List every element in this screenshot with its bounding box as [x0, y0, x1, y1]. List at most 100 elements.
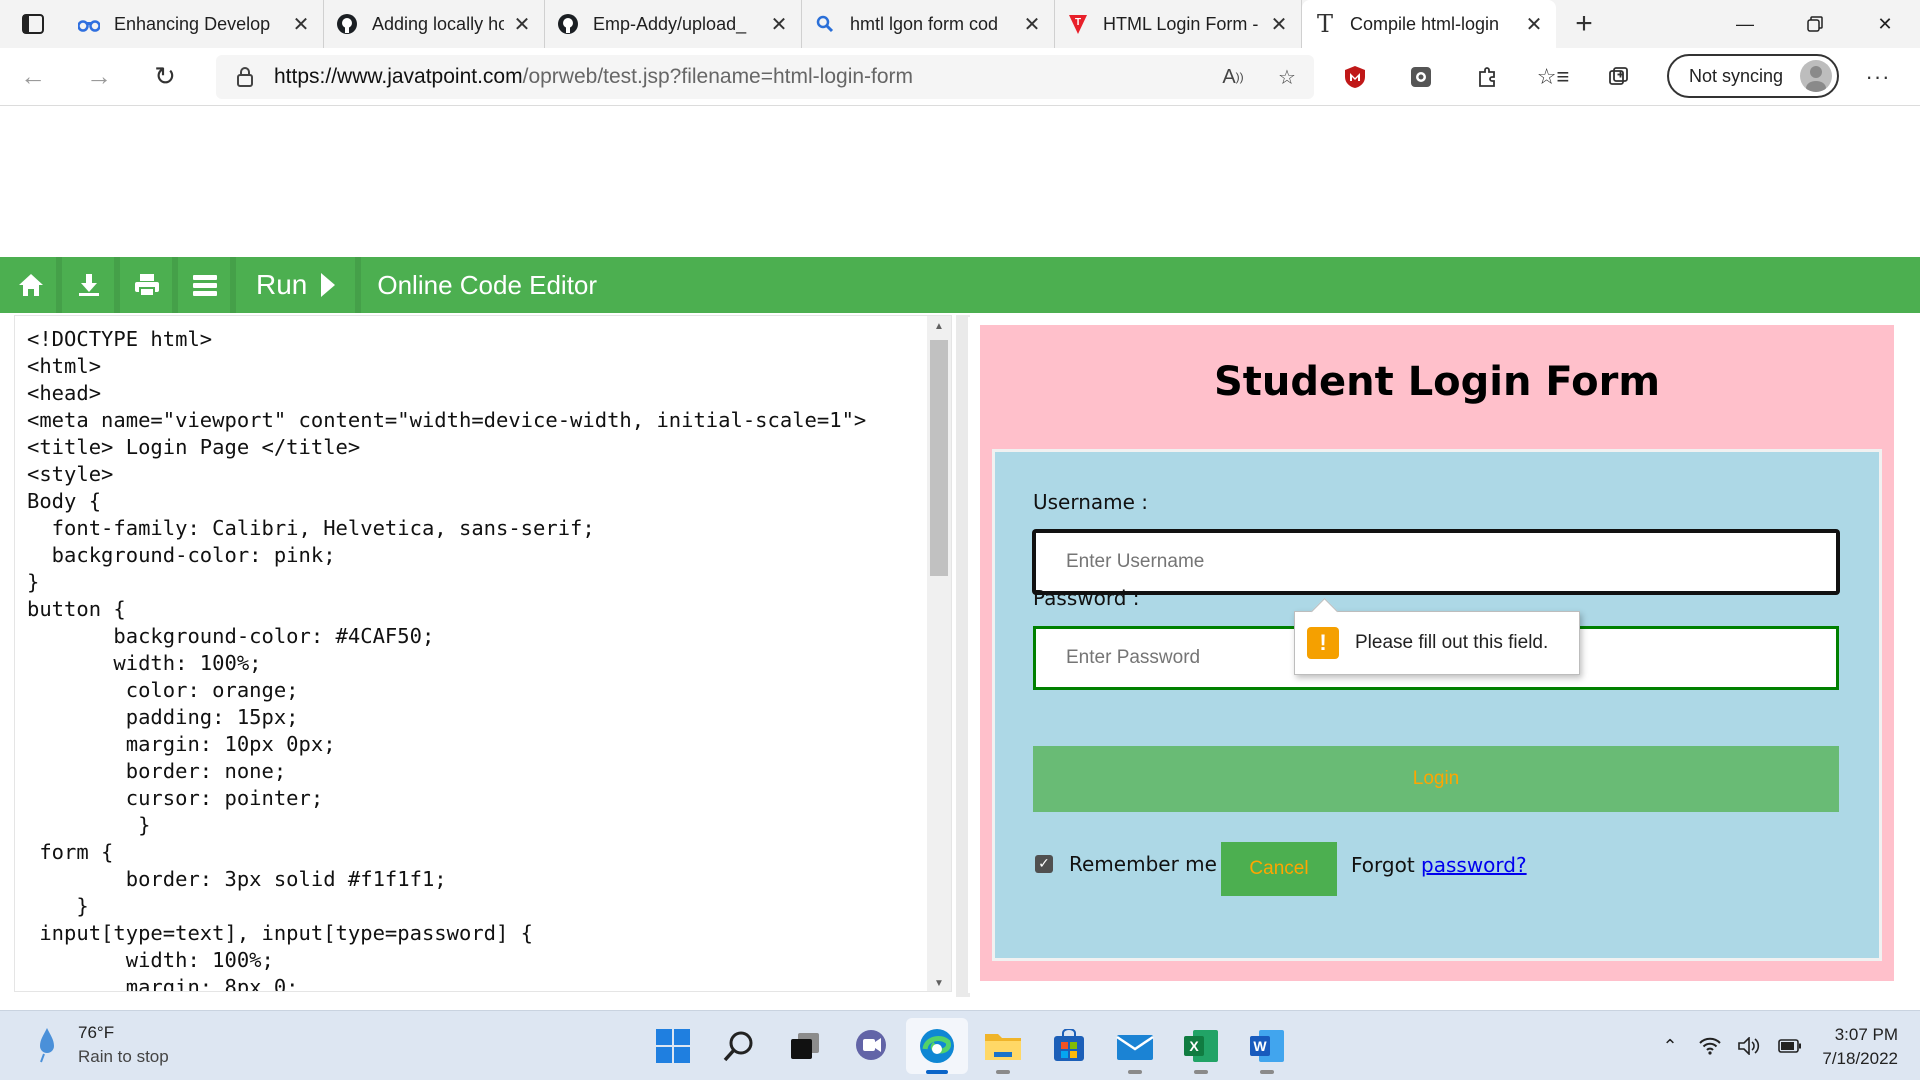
close-icon[interactable]: ✕: [1022, 12, 1042, 37]
cancel-button[interactable]: Cancel: [1221, 842, 1337, 896]
tab-html-login-form[interactable]: T HTML Login Form - ✕: [1055, 0, 1302, 48]
collections-icon[interactable]: [1586, 48, 1652, 106]
print-button[interactable]: [122, 257, 178, 313]
minimize-button[interactable]: —: [1710, 0, 1780, 48]
sync-label: Not syncing: [1689, 65, 1784, 86]
tab-actions-button[interactable]: [0, 0, 66, 48]
code-line[interactable]: width: 100%;: [27, 650, 866, 677]
code-line[interactable]: border: 3px solid #f1f1f1;: [27, 866, 866, 893]
excel-button[interactable]: X: [1170, 1018, 1232, 1074]
print-icon: [135, 274, 159, 297]
volume-icon[interactable]: [1730, 1037, 1770, 1055]
close-icon[interactable]: ✕: [512, 12, 532, 37]
url-text[interactable]: https://www.javatpoint.com/oprweb/test.j…: [274, 65, 1206, 89]
file-explorer-button[interactable]: [972, 1018, 1034, 1074]
home-button[interactable]: [6, 257, 62, 313]
refresh-button[interactable]: ↻: [132, 48, 198, 106]
code-line[interactable]: color: orange;: [27, 677, 866, 704]
code-line[interactable]: border: none;: [27, 758, 866, 785]
tab-compile-html-login[interactable]: T Compile html-login ✕: [1302, 0, 1556, 48]
weather-widget[interactable]: 76°F Rain to stop: [36, 1021, 169, 1069]
code-line[interactable]: Body {: [27, 488, 866, 515]
remember-checkbox[interactable]: ✓: [1035, 855, 1053, 873]
code-line[interactable]: width: 100%;: [27, 947, 866, 974]
code-line[interactable]: }: [27, 893, 866, 920]
code-line[interactable]: <title> Login Page </title>: [27, 434, 866, 461]
run-button[interactable]: Run: [238, 257, 362, 313]
scroll-up-icon[interactable]: ▲: [927, 316, 951, 336]
tab-adding-locally[interactable]: Adding locally host ✕: [324, 0, 545, 48]
scrollbar-thumb[interactable]: [930, 340, 948, 576]
address-bar[interactable]: https://www.javatpoint.com/oprweb/test.j…: [216, 55, 1314, 99]
download-button[interactable]: [64, 257, 120, 313]
code-line[interactable]: margin: 8px 0;: [27, 974, 866, 991]
menu-button[interactable]: [180, 257, 236, 313]
remember-me[interactable]: ✓ Remember me: [1035, 852, 1217, 876]
add-favorite-icon[interactable]: ☆: [1260, 65, 1314, 90]
close-icon[interactable]: ✕: [1269, 12, 1289, 37]
code-line[interactable]: input[type=text], input[type=password] {: [27, 920, 866, 947]
word-button[interactable]: W: [1236, 1018, 1298, 1074]
code-line[interactable]: <!DOCTYPE html>: [27, 326, 866, 353]
task-view-button[interactable]: [774, 1018, 836, 1074]
lock-icon[interactable]: [216, 67, 274, 87]
battery-icon[interactable]: [1770, 1039, 1810, 1053]
browser-toolbar: ← → ↻ https://www.javatpoint.com/oprweb/…: [0, 48, 1920, 106]
start-button[interactable]: [642, 1018, 704, 1074]
editor-scrollbar[interactable]: ▲ ▼: [927, 316, 951, 991]
chevron-up-icon[interactable]: ⌃: [1650, 1036, 1690, 1057]
code-line[interactable]: form {: [27, 839, 866, 866]
window-close-button[interactable]: ✕: [1850, 0, 1920, 48]
code-line[interactable]: <style>: [27, 461, 866, 488]
download-icon: [79, 274, 99, 296]
system-clock[interactable]: 3:07 PM 7/18/2022: [1822, 1023, 1898, 1071]
search-icon: [723, 1031, 753, 1062]
forward-button[interactable]: →: [66, 48, 132, 106]
settings-more-button[interactable]: ···: [1850, 48, 1906, 106]
mail-button[interactable]: [1104, 1018, 1166, 1074]
teams-chat-button[interactable]: [840, 1018, 902, 1074]
extensions-puzzle-icon[interactable]: [1454, 48, 1520, 106]
mcafee-icon[interactable]: [1322, 48, 1388, 106]
code-line[interactable]: <head>: [27, 380, 866, 407]
username-input[interactable]: Enter Username: [1033, 530, 1839, 594]
login-label: Login: [1412, 768, 1460, 789]
extension-app-icon[interactable]: [1388, 48, 1454, 106]
store-icon: [1054, 1029, 1084, 1061]
new-tab-button[interactable]: +: [1556, 0, 1612, 48]
code-editor[interactable]: <!DOCTYPE html> <html> <head> <meta name="v…: [14, 315, 952, 992]
tab-enhancing-develop[interactable]: Enhancing Develop ✕: [66, 0, 324, 48]
code-line[interactable]: button {: [27, 596, 866, 623]
wifi-icon[interactable]: [1690, 1037, 1730, 1055]
edge-button[interactable]: [906, 1018, 968, 1074]
code-line[interactable]: <meta name="viewport" content="width=dev…: [27, 407, 866, 434]
code-line[interactable]: font-family: Calibri, Helvetica, sans-se…: [27, 515, 866, 542]
login-button[interactable]: Login: [1033, 746, 1839, 812]
code-line[interactable]: cursor: pointer;: [27, 785, 866, 812]
code-line[interactable]: background-color: pink;: [27, 542, 866, 569]
read-aloud-icon[interactable]: A)): [1206, 66, 1260, 89]
tab-search-login-form[interactable]: hmtl lgon form cod ✕: [802, 0, 1055, 48]
code-text[interactable]: <!DOCTYPE html> <html> <head> <meta name="v…: [27, 326, 866, 991]
close-icon[interactable]: ✕: [291, 12, 311, 37]
scroll-down-icon[interactable]: ▼: [927, 973, 951, 991]
close-icon[interactable]: ✕: [769, 12, 789, 37]
forgot-password-link[interactable]: password?: [1421, 853, 1527, 877]
code-line[interactable]: }: [27, 812, 866, 839]
restore-button[interactable]: [1780, 0, 1850, 48]
store-button[interactable]: [1038, 1018, 1100, 1074]
close-icon[interactable]: ✕: [1524, 12, 1544, 37]
code-line[interactable]: padding: 15px;: [27, 704, 866, 731]
code-line[interactable]: background-color: #4CAF50;: [27, 623, 866, 650]
code-line[interactable]: <html>: [27, 353, 866, 380]
code-line[interactable]: }: [27, 569, 866, 596]
profile-sync-button[interactable]: Not syncing: [1667, 54, 1839, 98]
tab-emp-addy[interactable]: Emp-Addy/upload_ ✕: [545, 0, 802, 48]
login-form: Username : Enter Username Password : Ent…: [992, 449, 1882, 961]
favorites-icon[interactable]: ☆≡: [1520, 48, 1586, 106]
back-button[interactable]: ←: [0, 48, 66, 106]
tab-title: HTML Login Form -: [1103, 13, 1259, 34]
home-icon: [19, 274, 43, 296]
search-button[interactable]: [708, 1018, 770, 1074]
code-line[interactable]: margin: 10px 0px;: [27, 731, 866, 758]
